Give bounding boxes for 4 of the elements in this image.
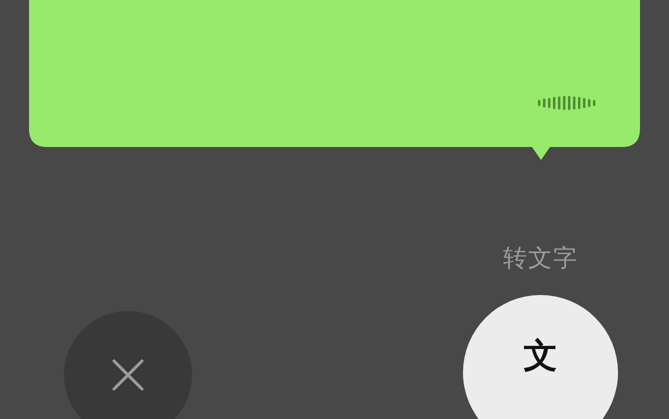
convert-to-text-button[interactable]: 文 xyxy=(463,295,618,419)
convert-to-text-label: 转文字 xyxy=(503,243,578,273)
close-icon xyxy=(112,359,144,391)
waveform-icon xyxy=(538,95,598,111)
